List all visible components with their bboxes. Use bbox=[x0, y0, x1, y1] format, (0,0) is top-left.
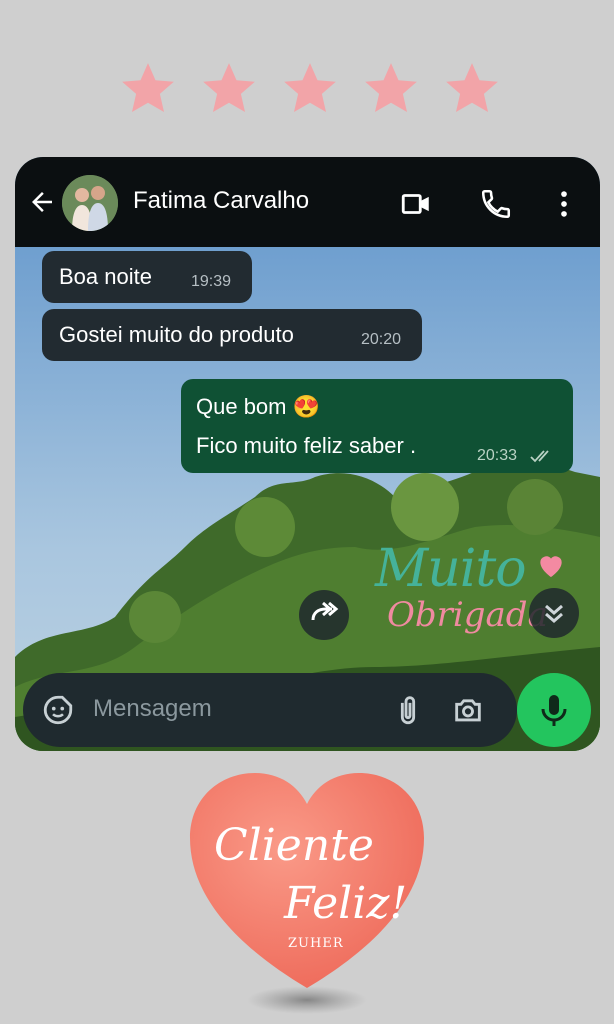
message-incoming[interactable]: Boa noite 19:39 bbox=[42, 251, 252, 303]
heart-icon bbox=[535, 549, 567, 581]
camera-icon[interactable] bbox=[451, 693, 485, 727]
star-icon bbox=[117, 58, 179, 120]
rating-stars bbox=[0, 58, 614, 122]
message-time: 20:20 bbox=[361, 331, 402, 348]
chat-header: Fatima Carvalho bbox=[15, 157, 600, 247]
brand-logo: ZUHER bbox=[288, 936, 344, 951]
sticker-text: Obrigada bbox=[387, 595, 548, 635]
star-icon bbox=[198, 58, 260, 120]
message-composer[interactable]: Mensagem bbox=[23, 673, 517, 747]
star-icon bbox=[360, 58, 422, 120]
attachment-icon[interactable] bbox=[391, 693, 425, 727]
star-icon bbox=[441, 58, 503, 120]
happy-customer-heart: Cliente Feliz! ZUHER bbox=[180, 768, 434, 1024]
voice-message-button[interactable] bbox=[517, 673, 591, 747]
contact-avatar[interactable] bbox=[62, 175, 118, 231]
more-options-icon[interactable] bbox=[547, 187, 581, 221]
contact-name[interactable]: Fatima Carvalho bbox=[133, 187, 309, 215]
video-call-icon[interactable] bbox=[399, 187, 433, 221]
message-text: Fico muito feliz saber . bbox=[196, 433, 417, 458]
message-outgoing[interactable]: Que bom 😍 Fico muito feliz saber . 20:33 bbox=[181, 379, 573, 473]
forward-button[interactable] bbox=[299, 590, 349, 640]
star-icon bbox=[279, 58, 341, 120]
scroll-down-button[interactable] bbox=[529, 588, 579, 638]
chat-screenshot: Fatima Carvalho Boa noite 19:39 Gostei m… bbox=[15, 157, 600, 751]
phone-call-icon[interactable] bbox=[479, 187, 513, 221]
heart-text: Feliz! bbox=[284, 878, 408, 929]
sticker-text: Muito bbox=[375, 539, 527, 599]
heart-text: Cliente bbox=[214, 820, 374, 871]
message-text: Gostei muito do produto bbox=[59, 322, 294, 347]
message-text: Que bom 😍 bbox=[196, 394, 320, 419]
message-input[interactable]: Mensagem bbox=[93, 695, 212, 723]
read-receipt-icon bbox=[529, 445, 555, 463]
message-text: Boa noite bbox=[59, 264, 152, 289]
message-time: 20:33 bbox=[477, 447, 518, 464]
sticker-icon[interactable] bbox=[41, 693, 75, 727]
message-time: 19:39 bbox=[191, 273, 232, 290]
message-incoming[interactable]: Gostei muito do produto 20:20 bbox=[42, 309, 422, 361]
back-arrow-icon[interactable] bbox=[27, 187, 57, 217]
